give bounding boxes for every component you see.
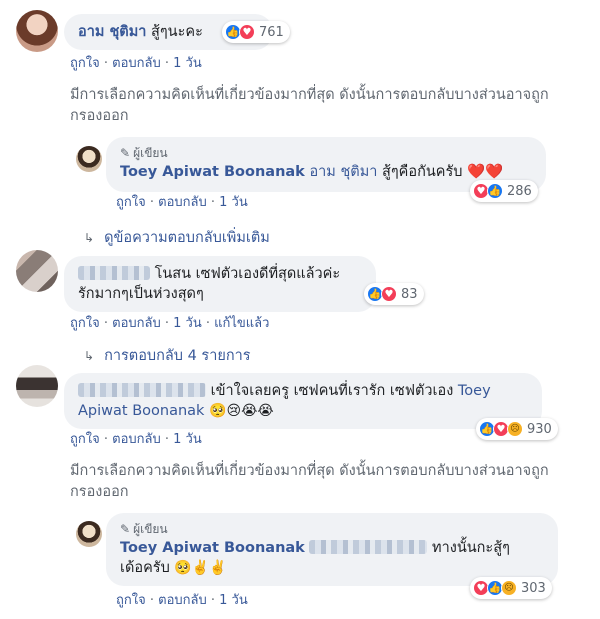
comment-text: รักมากๆเป็นห่วงสุดๆ <box>78 286 204 302</box>
pen-icon: ✎ <box>120 146 131 160</box>
like-button[interactable]: ถูกใจ <box>70 52 100 73</box>
edited-label[interactable]: แก้ไขแล้ว <box>214 312 269 333</box>
reply-button[interactable]: ตอบกลับ <box>112 312 161 333</box>
reaction-count: 930 <box>527 421 552 437</box>
author-badge: ✎ ผู้เขียน <box>120 522 168 536</box>
comment-text: สู้ๆคือกันครับ <box>382 164 463 180</box>
reaction-count: 83 <box>401 286 418 302</box>
like-button[interactable]: ถูกใจ <box>116 589 146 610</box>
filter-note: มีการเลือกความคิดเห็นที่เกี่ยวข้องมากที่… <box>70 87 549 124</box>
mention-link[interactable]: Apiwat Boonanak <box>78 403 204 419</box>
blurred-name <box>78 383 206 397</box>
reply-button[interactable]: ตอบกลับ <box>158 191 207 212</box>
reaction-summary[interactable]: 👍 ♥ ☹ 930 <box>476 418 558 440</box>
like-button[interactable]: ถูกใจ <box>70 428 100 449</box>
emoji-group: 🥺✌️✌️ <box>174 560 227 576</box>
commenter-name[interactable]: Toey Apiwat Boonanak <box>120 540 305 556</box>
like-button[interactable]: ถูกใจ <box>116 191 146 212</box>
comment-bubble: เข้าใจเลยครู เซฟคนที่เรารัก เซฟตัวเอง To… <box>64 373 542 429</box>
comment-actions: ถูกใจ · ตอบกลับ · 1 วัน <box>70 52 202 73</box>
reply-button[interactable]: ตอบกลับ <box>112 428 161 449</box>
sad-icon: ☹ <box>501 580 517 596</box>
reply-bubble: ✎ ผู้เขียน Toey Apiwat Boonanak ทางนั้นกะ… <box>106 513 558 586</box>
reaction-count: 286 <box>507 183 532 199</box>
comment-actions: ถูกใจ · ตอบกลับ · 1 วัน <box>70 428 202 449</box>
reply-button[interactable]: ตอบกลับ <box>112 52 161 73</box>
more-replies-link[interactable]: ↳ ดูข้อความตอบกลับเพิ่มเติม <box>84 226 270 249</box>
avatar[interactable] <box>16 365 58 407</box>
emoji-group: 🥺😢😭😭 <box>209 403 274 419</box>
comment-text: สู้ๆนะคะ <box>151 24 203 40</box>
reaction-summary[interactable]: 👍 ♥ 83 <box>364 283 424 305</box>
filter-note: มีการเลือกความคิดเห็นที่เกี่ยวข้องมากที่… <box>70 463 549 500</box>
reply-arrow-icon: ↳ <box>84 231 95 245</box>
pen-icon: ✎ <box>120 522 131 536</box>
reaction-count: 303 <box>521 580 546 596</box>
avatar[interactable] <box>76 146 102 172</box>
timestamp[interactable]: 1 วัน <box>173 428 202 449</box>
timestamp[interactable]: 1 วัน <box>173 312 202 333</box>
love-icon: ♥ <box>239 24 255 40</box>
blurred-mention <box>309 540 428 554</box>
comment-actions: ถูกใจ · ตอบกลับ · 1 วัน · แก้ไขแล้ว <box>70 312 269 333</box>
comment-text: เข้าใจเลยครู เซฟคนที่เรารัก เซฟตัวเอง <box>210 383 454 399</box>
sad-icon: ☹ <box>507 421 523 437</box>
reply-actions: ถูกใจ · ตอบกลับ · 1 วัน <box>116 589 248 610</box>
avatar[interactable] <box>16 10 58 52</box>
comment-bubble: โนสน เซฟตัวเองดีที่สุดแล้วค่ะ รักมากๆเป็… <box>64 256 376 312</box>
reply-arrow-icon: ↳ <box>84 349 95 363</box>
commenter-name[interactable]: Toey Apiwat Boonanak <box>120 164 305 180</box>
reaction-summary[interactable]: 👍 ♥ 761 <box>222 21 290 43</box>
like-button[interactable]: ถูกใจ <box>70 312 100 333</box>
avatar[interactable] <box>76 521 102 547</box>
heart-emoji: ❤️❤️ <box>467 164 504 180</box>
author-badge: ✎ ผู้เขียน <box>120 146 168 160</box>
mention-link[interactable]: อาม ชุติมา <box>309 164 377 180</box>
mention-link[interactable]: Toey <box>458 383 491 399</box>
comment-text: โนสน เซฟตัวเองดีที่สุดแล้วค่ะ <box>154 266 341 282</box>
commenter-name[interactable]: อาม ชุติมา <box>78 24 146 40</box>
comment-text: ทางนั้นกะสู้ๆ <box>432 540 510 556</box>
timestamp[interactable]: 1 วัน <box>219 589 248 610</box>
timestamp[interactable]: 1 วัน <box>173 52 202 73</box>
reaction-count: 761 <box>259 24 284 40</box>
avatar[interactable] <box>16 250 58 292</box>
reply-button[interactable]: ตอบกลับ <box>158 589 207 610</box>
timestamp[interactable]: 1 วัน <box>219 191 248 212</box>
like-icon: 👍 <box>487 183 503 199</box>
reaction-summary[interactable]: ♥ 👍 286 <box>470 180 538 202</box>
love-icon: ♥ <box>381 286 397 302</box>
reaction-summary[interactable]: ♥ 👍 ☹ 303 <box>470 577 552 599</box>
blurred-name <box>78 266 150 280</box>
comment-text: เด้อครับ <box>120 560 170 576</box>
more-replies-link[interactable]: ↳ การตอบกลับ 4 รายการ <box>84 344 251 367</box>
reply-actions: ถูกใจ · ตอบกลับ · 1 วัน <box>116 191 248 212</box>
